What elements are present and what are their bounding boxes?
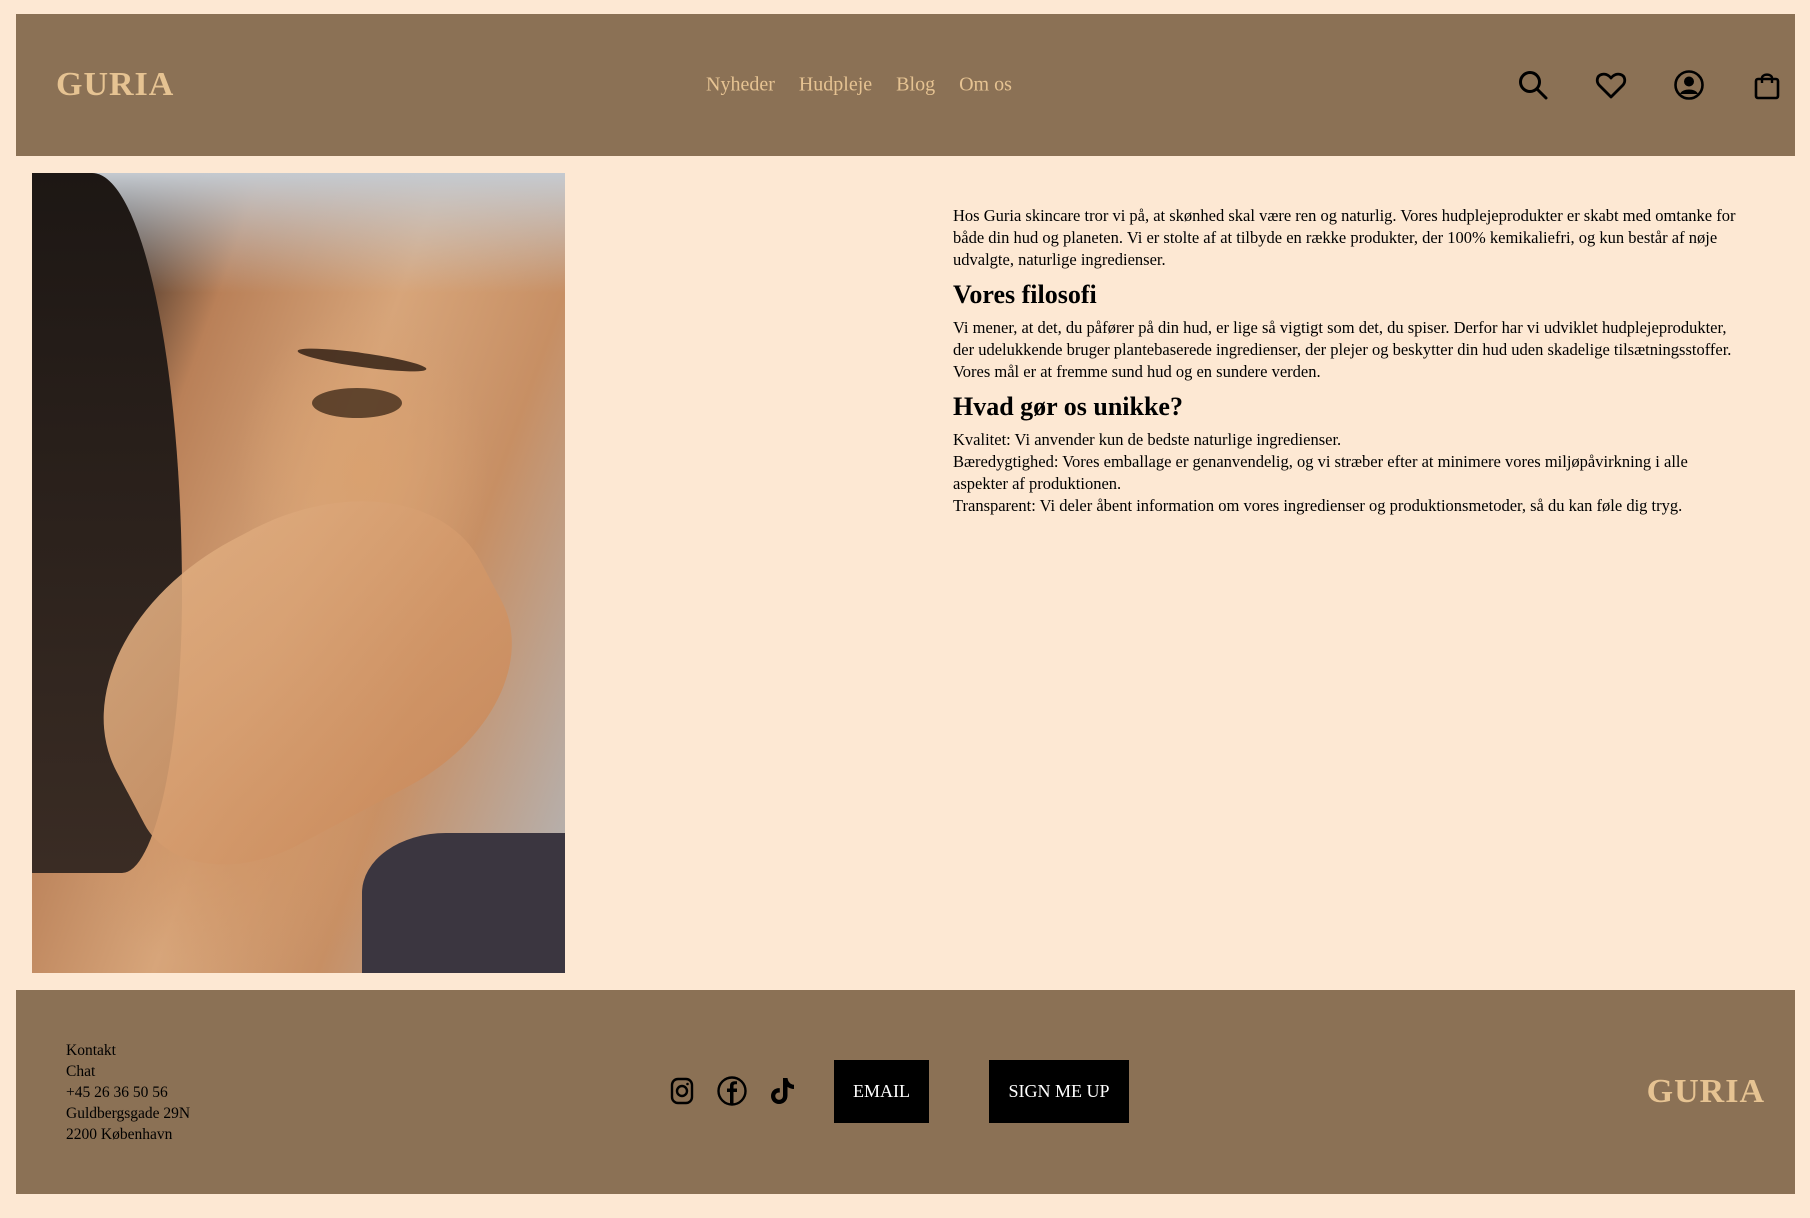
bag-icon[interactable] — [1751, 69, 1783, 101]
nav-item-nyheder[interactable]: Nyheder — [706, 74, 775, 97]
email-button[interactable]: EMAIL — [834, 1060, 929, 1123]
site-footer: Kontakt Chat +45 26 36 50 56 Guldbergsga… — [16, 990, 1795, 1194]
facebook-icon[interactable] — [716, 1075, 748, 1107]
nav-item-hudpleje[interactable]: Hudpleje — [799, 74, 872, 97]
photo-eye — [312, 388, 402, 418]
hero-photo — [32, 173, 565, 973]
account-icon[interactable] — [1673, 69, 1705, 101]
street-address: Guldbergsgade 29N — [66, 1105, 191, 1122]
about-content: Hos Guria skincare tror vi på, at skønhe… — [953, 205, 1743, 517]
unique-heading: Hvad gør os unikke? — [953, 392, 1183, 421]
unique-item-transparency: Transparent: Vi deler åbent information … — [953, 496, 1683, 515]
phone-number: +45 26 36 50 56 — [66, 1084, 168, 1101]
instagram-icon[interactable] — [666, 1075, 698, 1107]
photo-shirt — [362, 833, 565, 973]
site-header: GURIA Nyheder Hudpleje Blog Om os — [16, 14, 1795, 156]
header-icons — [1517, 69, 1783, 101]
chat-link[interactable]: Chat — [66, 1061, 190, 1082]
social-links — [666, 1075, 798, 1107]
search-icon[interactable] — [1517, 69, 1549, 101]
sign-up-button[interactable]: SIGN ME UP — [989, 1060, 1129, 1123]
city-address: 2200 København — [66, 1126, 173, 1143]
contact-link[interactable]: Kontakt — [66, 1040, 190, 1061]
main-nav: Nyheder Hudpleje Blog Om os — [706, 74, 1012, 97]
nav-item-om-os[interactable]: Om os — [959, 74, 1012, 97]
contact-info: Kontakt Chat +45 26 36 50 56 Guldbergsga… — [66, 1040, 190, 1145]
photo-brow — [296, 344, 428, 376]
unique-list: Kvalitet: Vi anvender kun de bedste natu… — [953, 429, 1743, 517]
nav-item-blog[interactable]: Blog — [896, 74, 935, 97]
header-logo[interactable]: GURIA — [56, 66, 174, 104]
unique-item-sustainability: Bæredygtighed: Vores emballage er genanv… — [953, 452, 1688, 493]
unique-item-quality: Kvalitet: Vi anvender kun de bedste natu… — [953, 430, 1342, 449]
footer-logo[interactable]: GURIA — [1647, 1073, 1765, 1111]
philosophy-text: Vi mener, at det, du påfører på din hud,… — [953, 318, 1732, 381]
intro-text: Hos Guria skincare tror vi på, at skønhe… — [953, 206, 1736, 269]
philosophy-heading: Vores filosofi — [953, 280, 1097, 309]
tiktok-icon[interactable] — [766, 1075, 798, 1107]
heart-icon[interactable] — [1595, 69, 1627, 101]
